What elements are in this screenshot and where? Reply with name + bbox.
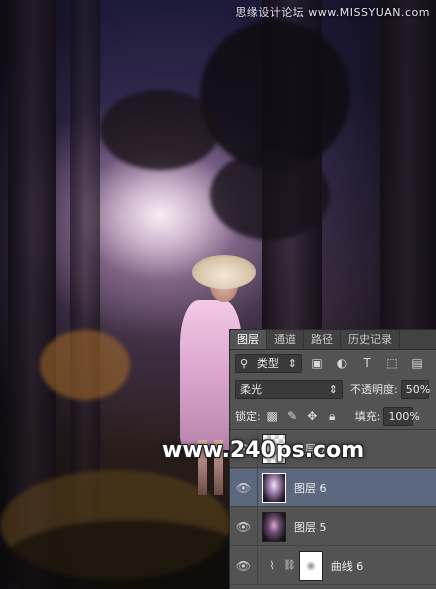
eye-icon[interactable]: 👁︎: [230, 468, 258, 507]
foliage: [100, 90, 220, 170]
opacity-field[interactable]: 50%: [400, 379, 430, 399]
link-chain-icon[interactable]: ⛓: [283, 560, 296, 571]
watermark-top: 思缘设计论坛 www.MISSYUAN.com: [235, 6, 430, 19]
filter-kind-label: 类型: [256, 357, 279, 370]
layer-thumbnail: [262, 472, 286, 503]
fill-label: 填充:: [354, 410, 381, 423]
updown-icon: ⇕: [287, 356, 297, 370]
layer-name[interactable]: 图层 6: [294, 480, 327, 496]
blend-row: 柔光 ⇕ 不透明度: 50%: [230, 377, 436, 401]
layer-row[interactable]: 👁︎ 图层 6: [230, 468, 436, 507]
tab-layers[interactable]: 图层: [230, 330, 267, 349]
tab-paths[interactable]: 路径: [304, 330, 341, 349]
search-icon: ⚲: [240, 356, 249, 370]
type-filter-icon[interactable]: T: [357, 353, 377, 373]
lock-label: 锁定:: [235, 410, 261, 423]
eye-icon[interactable]: 👁︎: [230, 507, 258, 546]
girl-hat: [192, 255, 256, 289]
layer-thumbnail: [262, 511, 286, 542]
layer-row[interactable]: 👁︎ ⌇ ⛓ 曲线 6: [230, 546, 436, 585]
watermark-main: www.240ps.com: [162, 438, 365, 463]
fill-field[interactable]: 100%: [383, 406, 420, 426]
curves-adjustment-icon: ⌇: [269, 559, 275, 572]
panel-tabs: 图层 通道 路径 历史记录: [230, 330, 436, 350]
blend-mode-value: 柔光: [240, 383, 262, 396]
lock-transparent-icon[interactable]: ▩: [264, 408, 281, 425]
filter-kind-dropdown[interactable]: ⚲ 类型 ⇕: [235, 353, 302, 373]
opacity-label: 不透明度:: [350, 383, 398, 396]
foliage: [210, 150, 330, 240]
updown-icon: ⇕: [328, 382, 338, 396]
lock-image-brush-icon[interactable]: ✎: [284, 408, 301, 425]
layer-row[interactable]: 👁︎ 图层 5: [230, 507, 436, 546]
lock-row: 锁定: ▩ ✎ ✥ 🔒︎ 填充: 100%: [230, 404, 436, 428]
autumn-foliage: [40, 330, 130, 400]
blend-mode-dropdown[interactable]: 柔光 ⇕: [235, 379, 343, 399]
tab-history[interactable]: 历史记录: [341, 330, 400, 349]
layer-name[interactable]: 图层 5: [294, 519, 327, 535]
eye-icon[interactable]: 👁︎: [230, 546, 258, 585]
layer-mask-thumbnail[interactable]: [298, 550, 323, 581]
tab-channels[interactable]: 通道: [267, 330, 304, 349]
smart-object-filter-icon[interactable]: ▤: [407, 353, 427, 373]
adjustment-filter-icon[interactable]: ◐: [332, 353, 352, 373]
lock-all-padlock-icon[interactable]: 🔒︎: [324, 408, 341, 425]
shape-filter-icon[interactable]: ⬚: [382, 353, 402, 373]
foliage: [200, 20, 350, 170]
lock-position-move-icon[interactable]: ✥: [304, 408, 321, 425]
pixel-filter-icon[interactable]: ▣: [307, 353, 327, 373]
layer-filter-row: ⚲ 类型 ⇕ ▣ ◐ T ⬚ ▤: [230, 351, 436, 375]
layer-name[interactable]: 曲线 6: [331, 558, 364, 574]
